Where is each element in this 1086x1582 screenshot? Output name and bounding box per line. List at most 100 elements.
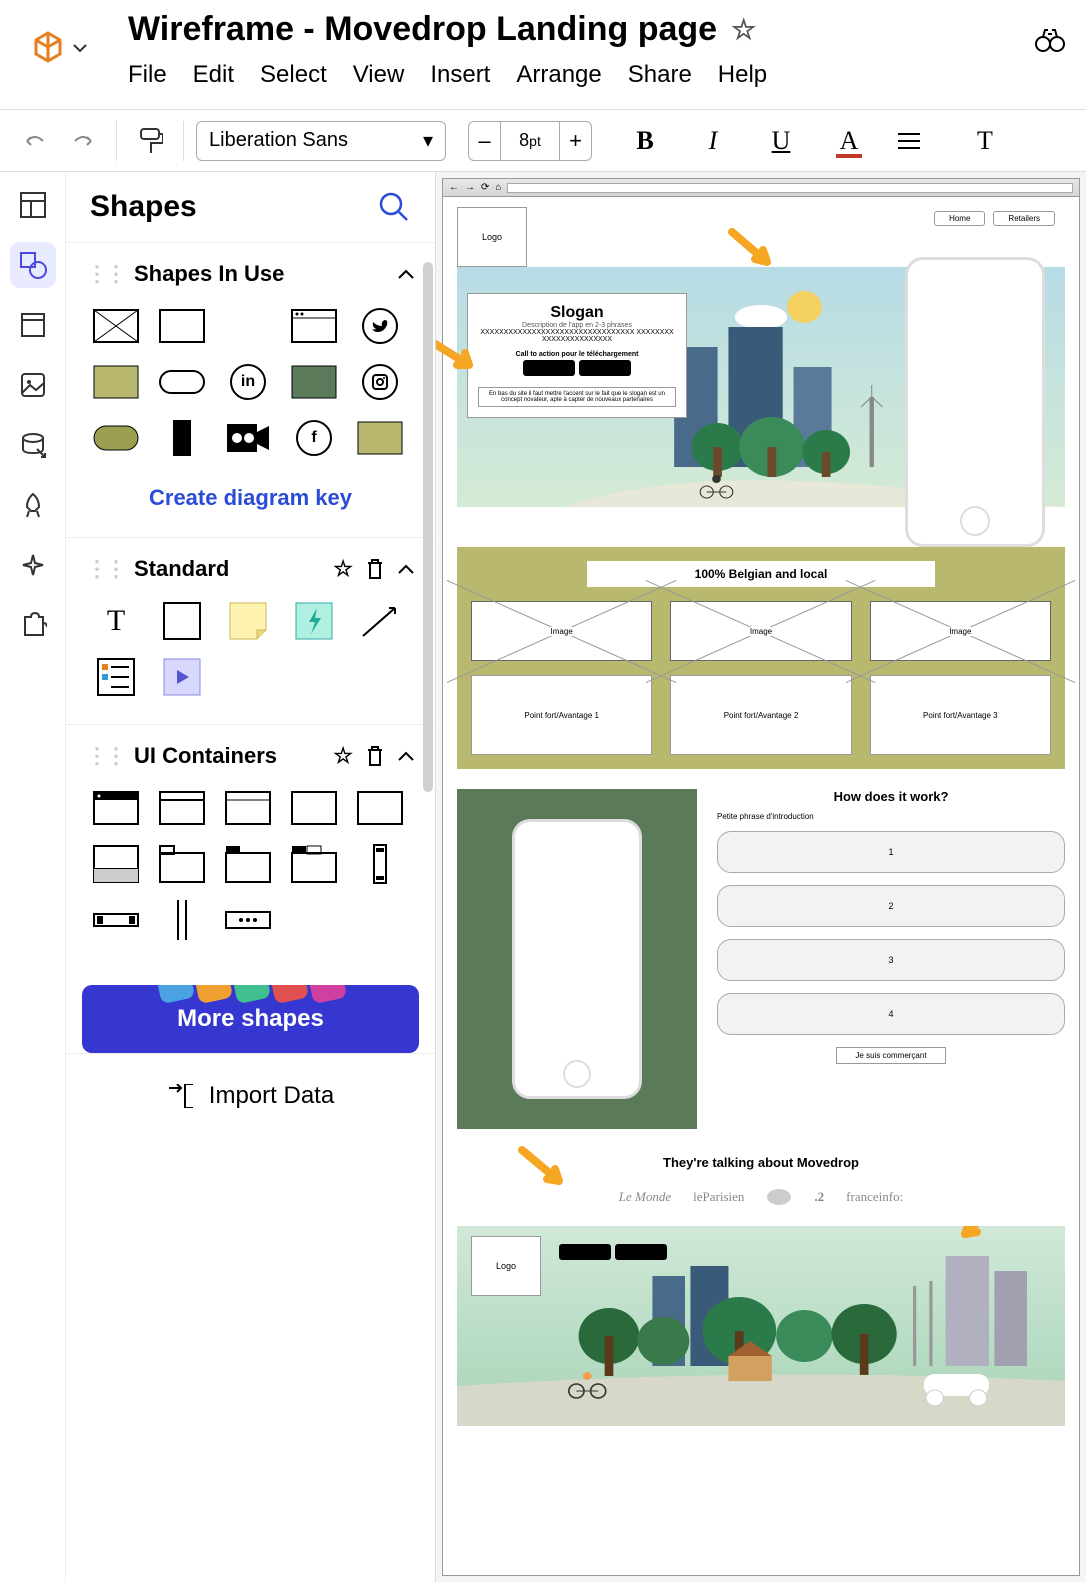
shape-lightning[interactable] bbox=[290, 602, 338, 640]
press-section[interactable]: They're talking about Movedrop Le Monde … bbox=[457, 1155, 1065, 1206]
step-4[interactable]: 4 bbox=[717, 993, 1065, 1035]
shape-list[interactable] bbox=[92, 658, 140, 696]
shape-play[interactable] bbox=[158, 658, 206, 696]
text-color-button[interactable]: A bbox=[828, 126, 870, 156]
shape-olive-rect[interactable] bbox=[92, 363, 140, 401]
rail-data-button[interactable] bbox=[10, 422, 56, 468]
rail-puzzle-button[interactable] bbox=[10, 602, 56, 648]
decrease-size-button[interactable]: – bbox=[469, 122, 501, 160]
shape-instagram-icon[interactable] bbox=[356, 363, 404, 401]
how-section[interactable]: How does it work? Petite phrase d'introd… bbox=[457, 789, 1065, 1129]
redo-button[interactable] bbox=[62, 120, 104, 162]
image-placeholder[interactable]: Image bbox=[870, 601, 1051, 661]
logo-placeholder[interactable]: Logo bbox=[457, 207, 527, 267]
menu-insert[interactable]: Insert bbox=[430, 61, 490, 89]
image-placeholder[interactable]: Image bbox=[670, 601, 851, 661]
shape-tabs2[interactable] bbox=[224, 845, 272, 883]
shape-vsplit[interactable] bbox=[158, 901, 206, 939]
font-size-value[interactable]: 8pt bbox=[501, 130, 559, 151]
shape-dots[interactable] bbox=[224, 901, 272, 939]
shape-hbar[interactable] bbox=[92, 901, 140, 939]
advantage-card[interactable]: Point fort/Avantage 3 bbox=[870, 675, 1051, 755]
app-logo[interactable] bbox=[30, 30, 88, 66]
import-data-button[interactable]: Import Data bbox=[66, 1053, 435, 1138]
align-button[interactable] bbox=[896, 130, 938, 152]
star-icon[interactable]: ☆ bbox=[333, 556, 353, 582]
shape-video-icon[interactable] bbox=[224, 419, 272, 457]
menu-view[interactable]: View bbox=[353, 61, 405, 89]
shape-olive-rect2[interactable] bbox=[356, 419, 404, 457]
menu-arrange[interactable]: Arrange bbox=[516, 61, 601, 89]
canvas[interactable]: ←→⟳⌂ Logo Home Retailers bbox=[436, 172, 1086, 1582]
shape-arrow[interactable] bbox=[356, 602, 404, 640]
menu-file[interactable]: File bbox=[128, 61, 167, 89]
shape-tabs3[interactable] bbox=[290, 845, 338, 883]
nav-home[interactable]: Home bbox=[934, 211, 985, 226]
trash-icon[interactable] bbox=[365, 745, 385, 767]
shape-pane2[interactable] bbox=[356, 789, 404, 827]
belgian-section[interactable]: 100% Belgian and local Image Image Image… bbox=[457, 547, 1065, 769]
binoculars-icon[interactable] bbox=[1034, 24, 1066, 56]
rail-shapes-button[interactable] bbox=[10, 242, 56, 288]
increase-size-button[interactable]: + bbox=[559, 122, 591, 160]
shape-tabs1[interactable] bbox=[158, 845, 206, 883]
shape-twitter-icon[interactable] bbox=[356, 307, 404, 345]
wireframe-browser[interactable]: ←→⟳⌂ Logo Home Retailers bbox=[442, 178, 1080, 1576]
rail-frame-button[interactable] bbox=[10, 302, 56, 348]
merchant-button[interactable]: Je suis commerçant bbox=[836, 1047, 946, 1064]
shape-black-bar[interactable] bbox=[158, 419, 206, 457]
chevron-up-icon[interactable] bbox=[397, 750, 415, 762]
document-title[interactable]: Wireframe - Movedrop Landing page bbox=[128, 10, 717, 49]
undo-button[interactable] bbox=[14, 120, 56, 162]
section-header[interactable]: ⋮⋮Standard ☆ bbox=[86, 556, 415, 582]
chevron-up-icon[interactable] bbox=[397, 563, 415, 575]
shape-rect[interactable] bbox=[158, 307, 206, 345]
shape-facebook-icon[interactable]: f bbox=[290, 419, 338, 457]
menu-edit[interactable]: Edit bbox=[193, 61, 234, 89]
drag-handle-icon[interactable]: ⋮⋮ bbox=[86, 261, 124, 287]
shape-pill[interactable] bbox=[158, 363, 206, 401]
menu-select[interactable]: Select bbox=[260, 61, 327, 89]
drag-handle-icon[interactable]: ⋮⋮ bbox=[86, 556, 124, 582]
rail-layout-button[interactable] bbox=[10, 182, 56, 228]
shape-olive-round[interactable] bbox=[92, 419, 140, 457]
shape-text[interactable]: T bbox=[92, 602, 140, 640]
star-icon[interactable]: ☆ bbox=[333, 743, 353, 769]
step-3[interactable]: 3 bbox=[717, 939, 1065, 981]
shape-x-rect[interactable] bbox=[92, 307, 140, 345]
star-icon[interactable]: ☆ bbox=[731, 13, 756, 46]
italic-button[interactable]: I bbox=[692, 126, 734, 156]
text-tool-button[interactable]: T bbox=[964, 126, 1006, 156]
font-family-select[interactable]: Liberation Sans ▾ bbox=[196, 121, 446, 161]
shape-linkedin-icon[interactable]: in bbox=[224, 363, 272, 401]
section-header[interactable]: ⋮⋮UI Containers ☆ bbox=[86, 743, 415, 769]
underline-button[interactable]: U bbox=[760, 126, 802, 156]
create-diagram-key-link[interactable]: Create diagram key bbox=[86, 467, 415, 519]
menu-help[interactable]: Help bbox=[718, 61, 767, 89]
shape-square[interactable] bbox=[158, 602, 206, 640]
googleplay-badge[interactable] bbox=[579, 360, 631, 376]
shape-vbar[interactable] bbox=[356, 845, 404, 883]
shape-split[interactable] bbox=[92, 845, 140, 883]
trash-icon[interactable] bbox=[365, 558, 385, 580]
rail-sparkle-button[interactable] bbox=[10, 542, 56, 588]
slogan-card[interactable]: Slogan Description de l'app en 2-3 phras… bbox=[467, 293, 687, 418]
footer-section[interactable]: Logo bbox=[457, 1226, 1065, 1426]
rail-rocket-button[interactable] bbox=[10, 482, 56, 528]
section-header[interactable]: ⋮⋮Shapes In Use bbox=[86, 261, 415, 287]
shape-green-rect[interactable] bbox=[290, 363, 338, 401]
shape-pane[interactable] bbox=[290, 789, 338, 827]
appstore-badge[interactable] bbox=[523, 360, 575, 376]
panel-scrollbar[interactable] bbox=[423, 262, 433, 792]
paint-roller-button[interactable] bbox=[129, 120, 171, 162]
chevron-up-icon[interactable] bbox=[397, 268, 415, 280]
step-1[interactable]: 1 bbox=[717, 831, 1065, 873]
image-placeholder[interactable]: Image bbox=[471, 601, 652, 661]
drag-handle-icon[interactable]: ⋮⋮ bbox=[86, 743, 124, 769]
shape-browser[interactable] bbox=[290, 307, 338, 345]
bold-button[interactable]: B bbox=[624, 126, 666, 156]
shape-note[interactable] bbox=[224, 602, 272, 640]
phone-mockup[interactable] bbox=[905, 257, 1045, 547]
advantage-card[interactable]: Point fort/Avantage 1 bbox=[471, 675, 652, 755]
menu-share[interactable]: Share bbox=[628, 61, 692, 89]
